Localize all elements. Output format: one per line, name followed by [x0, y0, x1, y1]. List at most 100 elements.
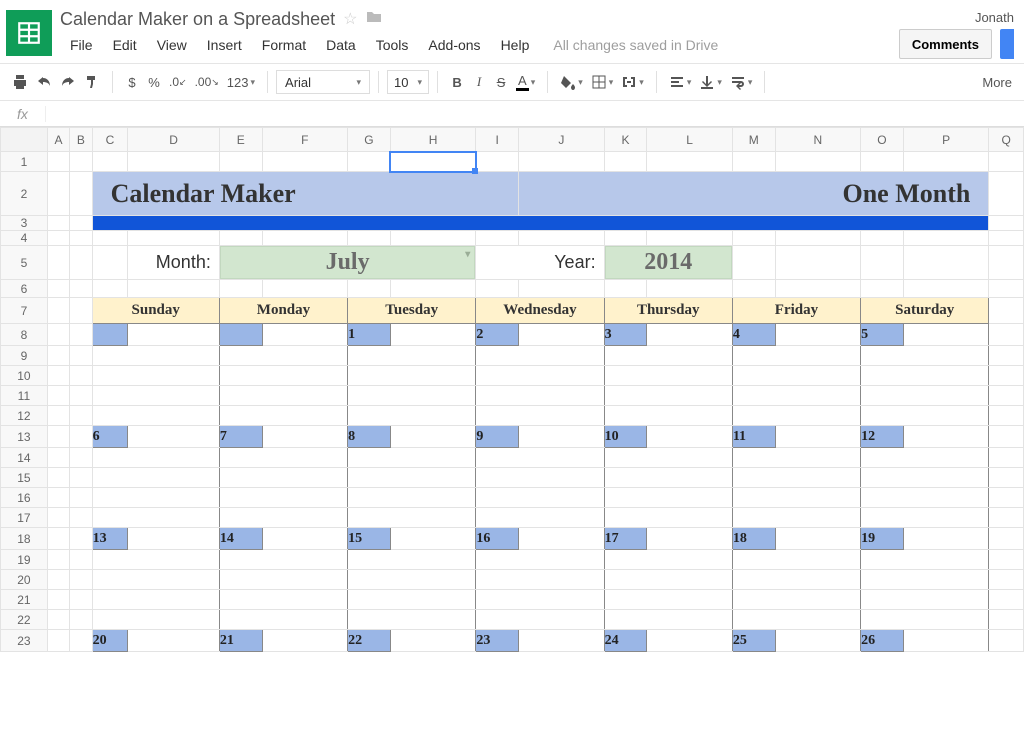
calendar-cell[interactable]	[219, 570, 347, 590]
col-header[interactable]: L	[647, 128, 733, 152]
calendar-cell[interactable]	[861, 386, 989, 406]
row-header[interactable]: 14	[1, 448, 48, 468]
calendar-cell[interactable]	[128, 630, 220, 652]
calendar-cell[interactable]	[732, 488, 860, 508]
calendar-cell[interactable]	[219, 610, 347, 630]
col-header[interactable]: G	[348, 128, 391, 152]
menu-format[interactable]: Format	[252, 35, 316, 55]
calendar-cell[interactable]	[390, 630, 476, 652]
calendar-cell[interactable]	[92, 448, 219, 468]
active-cell[interactable]	[390, 152, 476, 172]
halign-icon[interactable]: ▾	[665, 70, 696, 94]
col-header[interactable]: B	[70, 128, 92, 152]
date-cell[interactable]: 19	[861, 528, 904, 550]
calendar-cell[interactable]	[348, 366, 476, 386]
calendar-cell[interactable]	[604, 468, 732, 488]
row-header[interactable]: 13	[1, 426, 48, 448]
calendar-cell[interactable]	[861, 610, 989, 630]
calendar-cell[interactable]	[861, 508, 989, 528]
calendar-cell[interactable]	[604, 550, 732, 570]
calendar-cell[interactable]	[219, 488, 347, 508]
calendar-cell[interactable]	[92, 386, 219, 406]
calendar-cell[interactable]	[390, 324, 476, 346]
select-all-corner[interactable]	[1, 128, 48, 152]
doc-title[interactable]: Calendar Maker on a Spreadsheet	[60, 9, 343, 30]
col-header[interactable]: O	[861, 128, 904, 152]
font-size-select[interactable]: 10▾	[387, 70, 429, 94]
calendar-cell[interactable]	[604, 610, 732, 630]
col-header[interactable]: N	[775, 128, 861, 152]
row-header[interactable]: 2	[1, 172, 48, 216]
calendar-cell[interactable]	[861, 366, 989, 386]
calendar-cell[interactable]	[604, 448, 732, 468]
calendar-cell[interactable]	[92, 610, 219, 630]
date-cell[interactable]: 3	[604, 324, 647, 346]
col-header[interactable]: E	[219, 128, 262, 152]
calendar-cell[interactable]	[348, 610, 476, 630]
calendar-cell[interactable]	[348, 488, 476, 508]
spreadsheet-grid[interactable]: A B C D E F G H I J K L M N O P Q	[0, 127, 1024, 652]
menu-view[interactable]: View	[147, 35, 197, 55]
calendar-cell[interactable]	[861, 488, 989, 508]
calendar-cell[interactable]	[775, 324, 861, 346]
calendar-cell[interactable]	[861, 550, 989, 570]
calendar-cell[interactable]	[348, 570, 476, 590]
col-header[interactable]: M	[732, 128, 775, 152]
calendar-cell[interactable]	[604, 488, 732, 508]
row-header[interactable]: 17	[1, 508, 48, 528]
date-cell[interactable]: 10	[604, 426, 647, 448]
calendar-cell[interactable]	[861, 590, 989, 610]
paint-format-icon[interactable]	[80, 70, 104, 94]
calendar-cell[interactable]	[128, 426, 220, 448]
date-cell[interactable]: 11	[732, 426, 775, 448]
calendar-cell[interactable]	[219, 508, 347, 528]
calendar-cell[interactable]	[219, 366, 347, 386]
row-header[interactable]: 5	[1, 246, 48, 280]
calendar-cell[interactable]	[519, 426, 605, 448]
calendar-cell[interactable]	[128, 324, 220, 346]
calendar-cell[interactable]	[604, 366, 732, 386]
col-header[interactable]: Q	[989, 128, 1024, 152]
calendar-cell[interactable]	[732, 508, 860, 528]
calendar-cell[interactable]	[92, 570, 219, 590]
calendar-cell[interactable]	[348, 468, 476, 488]
calendar-cell[interactable]	[604, 346, 732, 366]
calendar-cell[interactable]	[128, 528, 220, 550]
date-cell[interactable]: 15	[348, 528, 391, 550]
italic-button[interactable]: I	[468, 70, 490, 94]
calendar-cell[interactable]	[262, 630, 348, 652]
date-cell[interactable]	[219, 324, 262, 346]
calendar-cell[interactable]	[219, 448, 347, 468]
calendar-cell[interactable]	[92, 590, 219, 610]
year-select[interactable]: 2014	[605, 246, 732, 279]
col-header[interactable]: D	[128, 128, 220, 152]
calendar-cell[interactable]	[92, 406, 219, 426]
date-cell[interactable]: 23	[476, 630, 519, 652]
folder-icon[interactable]	[366, 10, 382, 29]
calendar-cell[interactable]	[647, 528, 733, 550]
col-header[interactable]: J	[519, 128, 605, 152]
date-cell[interactable]: 1	[348, 324, 391, 346]
date-cell[interactable]: 26	[861, 630, 904, 652]
calendar-cell[interactable]	[262, 324, 348, 346]
date-cell[interactable]: 14	[219, 528, 262, 550]
menu-help[interactable]: Help	[491, 35, 540, 55]
calendar-cell[interactable]	[348, 448, 476, 468]
calendar-cell[interactable]	[219, 590, 347, 610]
borders-icon[interactable]: ▾	[587, 70, 618, 94]
col-header[interactable]: H	[390, 128, 476, 152]
calendar-cell[interactable]	[92, 468, 219, 488]
print-icon[interactable]	[8, 70, 32, 94]
calendar-cell[interactable]	[348, 386, 476, 406]
date-cell[interactable]: 21	[219, 630, 262, 652]
calendar-cell[interactable]	[476, 550, 604, 570]
calendar-cell[interactable]	[92, 550, 219, 570]
calendar-cell[interactable]	[476, 488, 604, 508]
calendar-cell[interactable]	[390, 426, 476, 448]
calendar-cell[interactable]	[476, 468, 604, 488]
calendar-cell[interactable]	[476, 508, 604, 528]
calendar-cell[interactable]	[348, 346, 476, 366]
calendar-cell[interactable]	[732, 448, 860, 468]
date-cell[interactable]: 7	[219, 426, 262, 448]
calendar-cell[interactable]	[732, 550, 860, 570]
